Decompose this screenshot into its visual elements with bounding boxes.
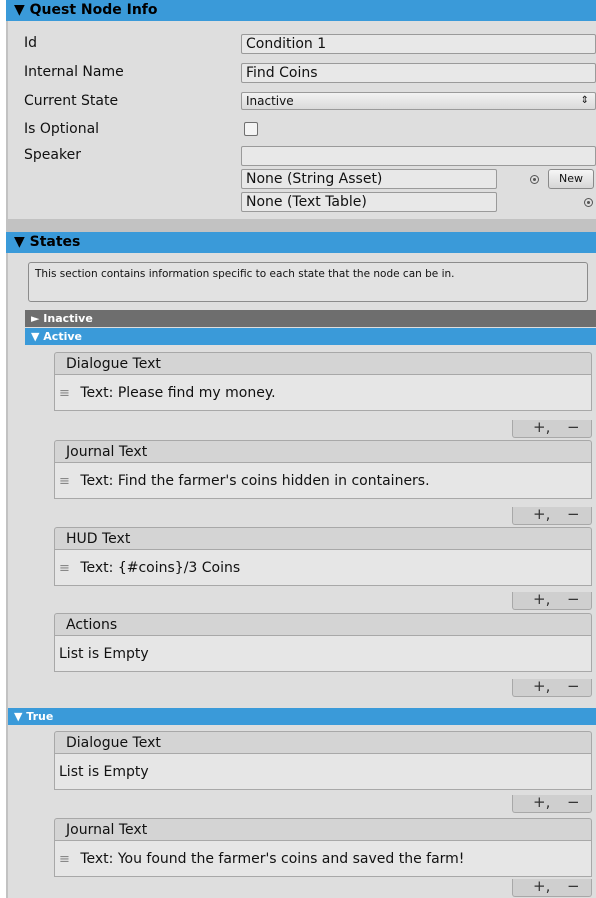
drag-handle-icon[interactable]: ≡: [59, 561, 70, 576]
remove-item-button[interactable]: −: [567, 419, 580, 435]
active-hud-list-footer: +, −: [512, 591, 592, 610]
add-item-button[interactable]: +,: [533, 678, 550, 694]
speaker-label: Speaker: [24, 147, 81, 163]
add-item-button[interactable]: +,: [533, 591, 550, 607]
remove-item-button[interactable]: −: [567, 678, 580, 694]
true-journal-list-footer: +, −: [512, 878, 592, 897]
active-actions-list-footer: +, −: [512, 678, 592, 697]
remove-item-button[interactable]: −: [567, 506, 580, 522]
text-table-picker-icon[interactable]: [584, 198, 593, 207]
true-dialogue-text-list-header[interactable]: Dialogue Text: [54, 731, 592, 753]
string-asset-picker-icon[interactable]: [530, 175, 539, 184]
active-state-header[interactable]: ▼ Active: [25, 328, 596, 345]
inactive-state-header[interactable]: ► Inactive: [25, 310, 596, 327]
active-journal-text-item: Text: Find the farmer's coins hidden in …: [80, 473, 430, 489]
is-optional-checkbox[interactable]: [244, 122, 258, 136]
add-item-button[interactable]: +,: [533, 878, 550, 894]
internal-name-label: Internal Name: [24, 64, 124, 80]
remove-item-button[interactable]: −: [567, 878, 580, 894]
quest-node-info-panel: Id Condition 1 Internal Name Find Coins …: [8, 21, 596, 219]
active-dialogue-text-list-header[interactable]: Dialogue Text: [54, 352, 592, 374]
active-journal-text-list-header[interactable]: Journal Text: [54, 440, 592, 462]
list-item: List is Empty: [54, 753, 592, 790]
active-actions-list-header[interactable]: Actions: [54, 613, 592, 635]
is-optional-label: Is Optional: [24, 121, 100, 137]
active-dialogue-text-item: Text: Please find my money.: [80, 385, 276, 401]
list-item[interactable]: ≡ Text: You found the farmer's coins and…: [54, 840, 592, 877]
active-hud-text-list-header[interactable]: HUD Text: [54, 527, 592, 549]
text-table-field[interactable]: None (Text Table): [241, 192, 497, 212]
current-state-dropdown[interactable]: Inactive ⇕: [241, 92, 596, 110]
add-item-button[interactable]: +,: [533, 794, 550, 810]
add-item-button[interactable]: +,: [533, 506, 550, 522]
internal-name-field[interactable]: Find Coins: [241, 63, 596, 83]
remove-item-button[interactable]: −: [567, 794, 580, 810]
active-actions-empty-text: List is Empty: [59, 646, 149, 662]
list-item[interactable]: ≡ Text: Find the farmer's coins hidden i…: [54, 462, 592, 499]
current-state-value: Inactive: [246, 94, 294, 108]
active-hud-text-item: Text: {#coins}/3 Coins: [80, 560, 241, 576]
active-journal-list-footer: +, −: [512, 506, 592, 525]
current-state-label: Current State: [24, 93, 119, 109]
states-header[interactable]: ▼ States: [6, 232, 596, 253]
true-state-header[interactable]: ▼ True: [8, 708, 596, 725]
true-journal-text-list-header[interactable]: Journal Text: [54, 818, 592, 840]
list-item[interactable]: ≡ Text: {#coins}/3 Coins: [54, 549, 592, 586]
drag-handle-icon[interactable]: ≡: [59, 386, 70, 401]
true-dialogue-list-footer: +, −: [512, 794, 592, 813]
dropdown-arrows-icon: ⇕: [580, 95, 589, 106]
drag-handle-icon[interactable]: ≡: [59, 474, 70, 489]
remove-item-button[interactable]: −: [567, 591, 580, 607]
drag-handle-icon[interactable]: ≡: [59, 852, 70, 867]
list-item: List is Empty: [54, 635, 592, 672]
true-dialogue-empty-text: List is Empty: [59, 764, 149, 780]
speaker-field[interactable]: [241, 146, 596, 166]
list-item[interactable]: ≡ Text: Please find my money.: [54, 374, 592, 411]
true-journal-text-item: Text: You found the farmer's coins and s…: [80, 851, 465, 867]
id-field[interactable]: Condition 1: [241, 34, 596, 54]
add-item-button[interactable]: +,: [533, 419, 550, 435]
string-asset-field[interactable]: None (String Asset): [241, 169, 497, 189]
quest-node-info-header[interactable]: ▼ Quest Node Info: [6, 0, 596, 21]
active-dialogue-list-footer: +, −: [512, 419, 592, 438]
id-label: Id: [24, 35, 38, 51]
inspector-panel: ▼ Quest Node Info Id Condition 1 Interna…: [6, 0, 596, 898]
new-button[interactable]: New: [548, 169, 594, 189]
states-help-box: This section contains information specif…: [28, 262, 588, 302]
